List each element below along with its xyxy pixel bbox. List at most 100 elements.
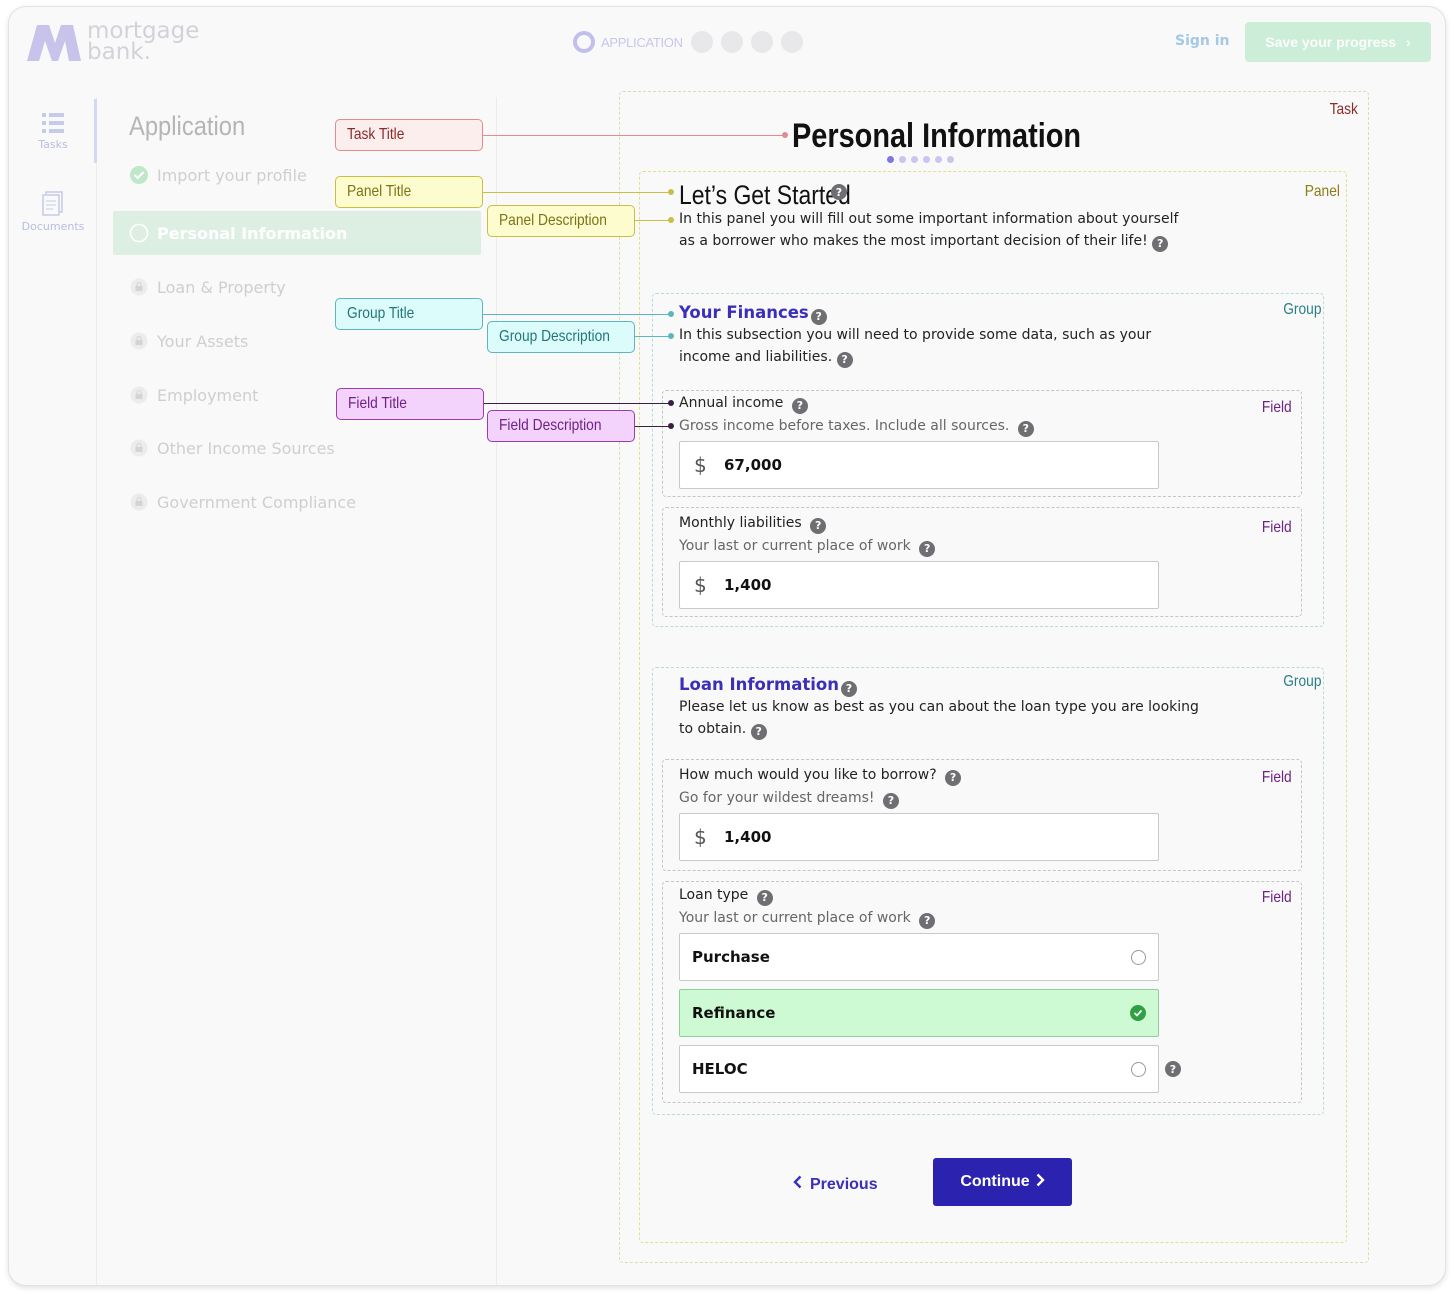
- help-icon[interactable]: ?: [1017, 421, 1034, 437]
- field-title-loan-type: Loan type ?: [679, 884, 773, 906]
- annotation-task-title: Task Title: [335, 119, 483, 151]
- sidenav-item-employment[interactable]: Employment: [129, 385, 258, 405]
- group-title-loan-information: Loan Information?: [679, 675, 857, 697]
- option-label: Purchase: [692, 948, 770, 966]
- loan-type-option-heloc[interactable]: HELOC: [679, 1045, 1159, 1093]
- document-icon: [42, 191, 63, 216]
- help-icon[interactable]: ?: [882, 793, 899, 809]
- rail-documents-label: Documents: [21, 220, 85, 233]
- box-label-field: Field: [1261, 889, 1292, 906]
- logo-mark-icon: [25, 21, 83, 63]
- check-circle-icon: [1130, 1005, 1146, 1021]
- group-description-line: Please let us know as best as you can ab…: [679, 699, 1199, 715]
- field-description-borrow: Go for your wildest dreams! ?: [679, 787, 899, 809]
- lock-icon: [129, 331, 149, 351]
- group-title-text: Your Finances: [679, 303, 809, 322]
- previous-button[interactable]: Previous: [793, 1175, 878, 1194]
- help-icon[interactable]: ?: [756, 890, 773, 906]
- rail-documents[interactable]: Documents: [9, 191, 97, 233]
- pager-dot[interactable]: [899, 156, 906, 163]
- input-value: 67,000: [724, 456, 782, 474]
- loan-type-option-refinance[interactable]: Refinance: [679, 989, 1159, 1037]
- group-description-line: In this subsection you will need to prov…: [679, 327, 1152, 343]
- dollar-icon: $: [694, 825, 707, 849]
- annotation-group-title: Group Title: [335, 298, 483, 330]
- field-description-text: Go for your wildest dreams!: [679, 790, 875, 806]
- step-dot: [780, 31, 803, 53]
- dollar-icon: $: [694, 573, 707, 597]
- lock-icon: [129, 438, 149, 458]
- rail-tasks[interactable]: Tasks: [9, 111, 97, 151]
- save-progress-button[interactable]: Save your progress ›: [1245, 22, 1431, 62]
- step-dot: [750, 31, 773, 53]
- leader-line: [635, 220, 671, 221]
- help-icon[interactable]: ?: [791, 398, 808, 414]
- field-title-text: Monthly liabilities: [679, 515, 802, 531]
- group-description-line: to obtain.: [679, 721, 747, 737]
- panel-description-line: as a borrower who makes the most importa…: [679, 233, 1148, 249]
- annotation-field-description: Field Description: [487, 410, 635, 442]
- annotation-group-description: Group Description: [487, 321, 635, 353]
- pager-dot[interactable]: [947, 156, 954, 163]
- continue-label: Continue: [960, 1173, 1030, 1190]
- leader-dot: [668, 400, 674, 406]
- borrow-amount-input[interactable]: $ 1,400: [679, 813, 1159, 861]
- logo-line2: bank.: [87, 39, 151, 65]
- continue-button[interactable]: Continue: [933, 1158, 1072, 1206]
- sidenav-item-personal-information[interactable]: Personal Information: [129, 223, 347, 243]
- help-icon[interactable]: ?: [945, 770, 962, 786]
- help-icon[interactable]: ?: [831, 184, 847, 200]
- pager-dot[interactable]: [923, 156, 930, 163]
- task-title: Personal Information: [792, 117, 1082, 155]
- field-title-borrow: How much would you like to borrow? ?: [679, 764, 962, 786]
- loan-type-option-purchase[interactable]: Purchase: [679, 933, 1159, 981]
- leader-dot: [668, 217, 674, 223]
- leader-dot: [668, 423, 674, 429]
- chevron-left-icon: [793, 1175, 802, 1194]
- option-label: Refinance: [692, 1004, 776, 1022]
- sign-in-link[interactable]: Sign in: [1175, 33, 1230, 49]
- pager-dot[interactable]: [935, 156, 942, 163]
- chevron-right-icon: [1036, 1173, 1045, 1192]
- leader-line: [483, 192, 671, 193]
- group-description-line: income and liabilities.: [679, 349, 833, 365]
- field-description-text: Gross income before taxes. Include all s…: [679, 418, 1010, 434]
- task-sidenav: Application Import your profile Personal…: [97, 97, 497, 1285]
- panel-pager: [887, 156, 959, 163]
- field-title-annual-income: Annual income ?: [679, 392, 808, 414]
- circle-outline-icon: [129, 223, 149, 243]
- pager-dot[interactable]: [911, 156, 918, 163]
- panel-title-text: Let’s Get Started: [679, 180, 851, 210]
- help-icon[interactable]: ?: [840, 680, 857, 697]
- help-icon[interactable]: ?: [1152, 236, 1169, 252]
- sidenav-title: Application: [129, 111, 246, 141]
- box-label-field: Field: [1261, 519, 1292, 536]
- panel-title: Let’s Get Started: [679, 180, 851, 211]
- annual-income-input[interactable]: $ 67,000: [679, 441, 1159, 489]
- leader-dot: [782, 132, 788, 138]
- help-icon[interactable]: ?: [919, 913, 936, 929]
- help-icon[interactable]: ?: [836, 352, 853, 368]
- sidenav-item-import-profile[interactable]: Import your profile: [129, 165, 307, 185]
- progress-label: APPLICATION: [601, 34, 683, 50]
- leader-line: [635, 426, 671, 427]
- leader-line: [635, 336, 671, 337]
- box-label-field: Field: [1261, 769, 1292, 786]
- help-icon[interactable]: ?: [1165, 1061, 1181, 1077]
- sidenav-item-label: Loan & Property: [157, 277, 286, 297]
- monthly-liabilities-input[interactable]: $ 1,400: [679, 561, 1159, 609]
- help-icon[interactable]: ?: [810, 518, 827, 534]
- leader-dot: [668, 189, 674, 195]
- lock-icon: [129, 277, 149, 297]
- sidenav-item-government-compliance[interactable]: Government Compliance: [129, 492, 356, 512]
- step-dot: [690, 31, 713, 53]
- rail-tasks-label: Tasks: [38, 138, 68, 151]
- help-icon[interactable]: ?: [750, 724, 767, 740]
- left-rail: Tasks Documents: [9, 97, 97, 1285]
- sidenav-item-loan-property[interactable]: Loan & Property: [129, 277, 286, 297]
- sidenav-item-your-assets[interactable]: Your Assets: [129, 331, 248, 351]
- help-icon[interactable]: ?: [919, 541, 936, 557]
- pager-dot-active[interactable]: [887, 156, 894, 163]
- help-icon[interactable]: ?: [810, 308, 827, 325]
- sidenav-item-other-income[interactable]: Other Income Sources: [129, 438, 335, 458]
